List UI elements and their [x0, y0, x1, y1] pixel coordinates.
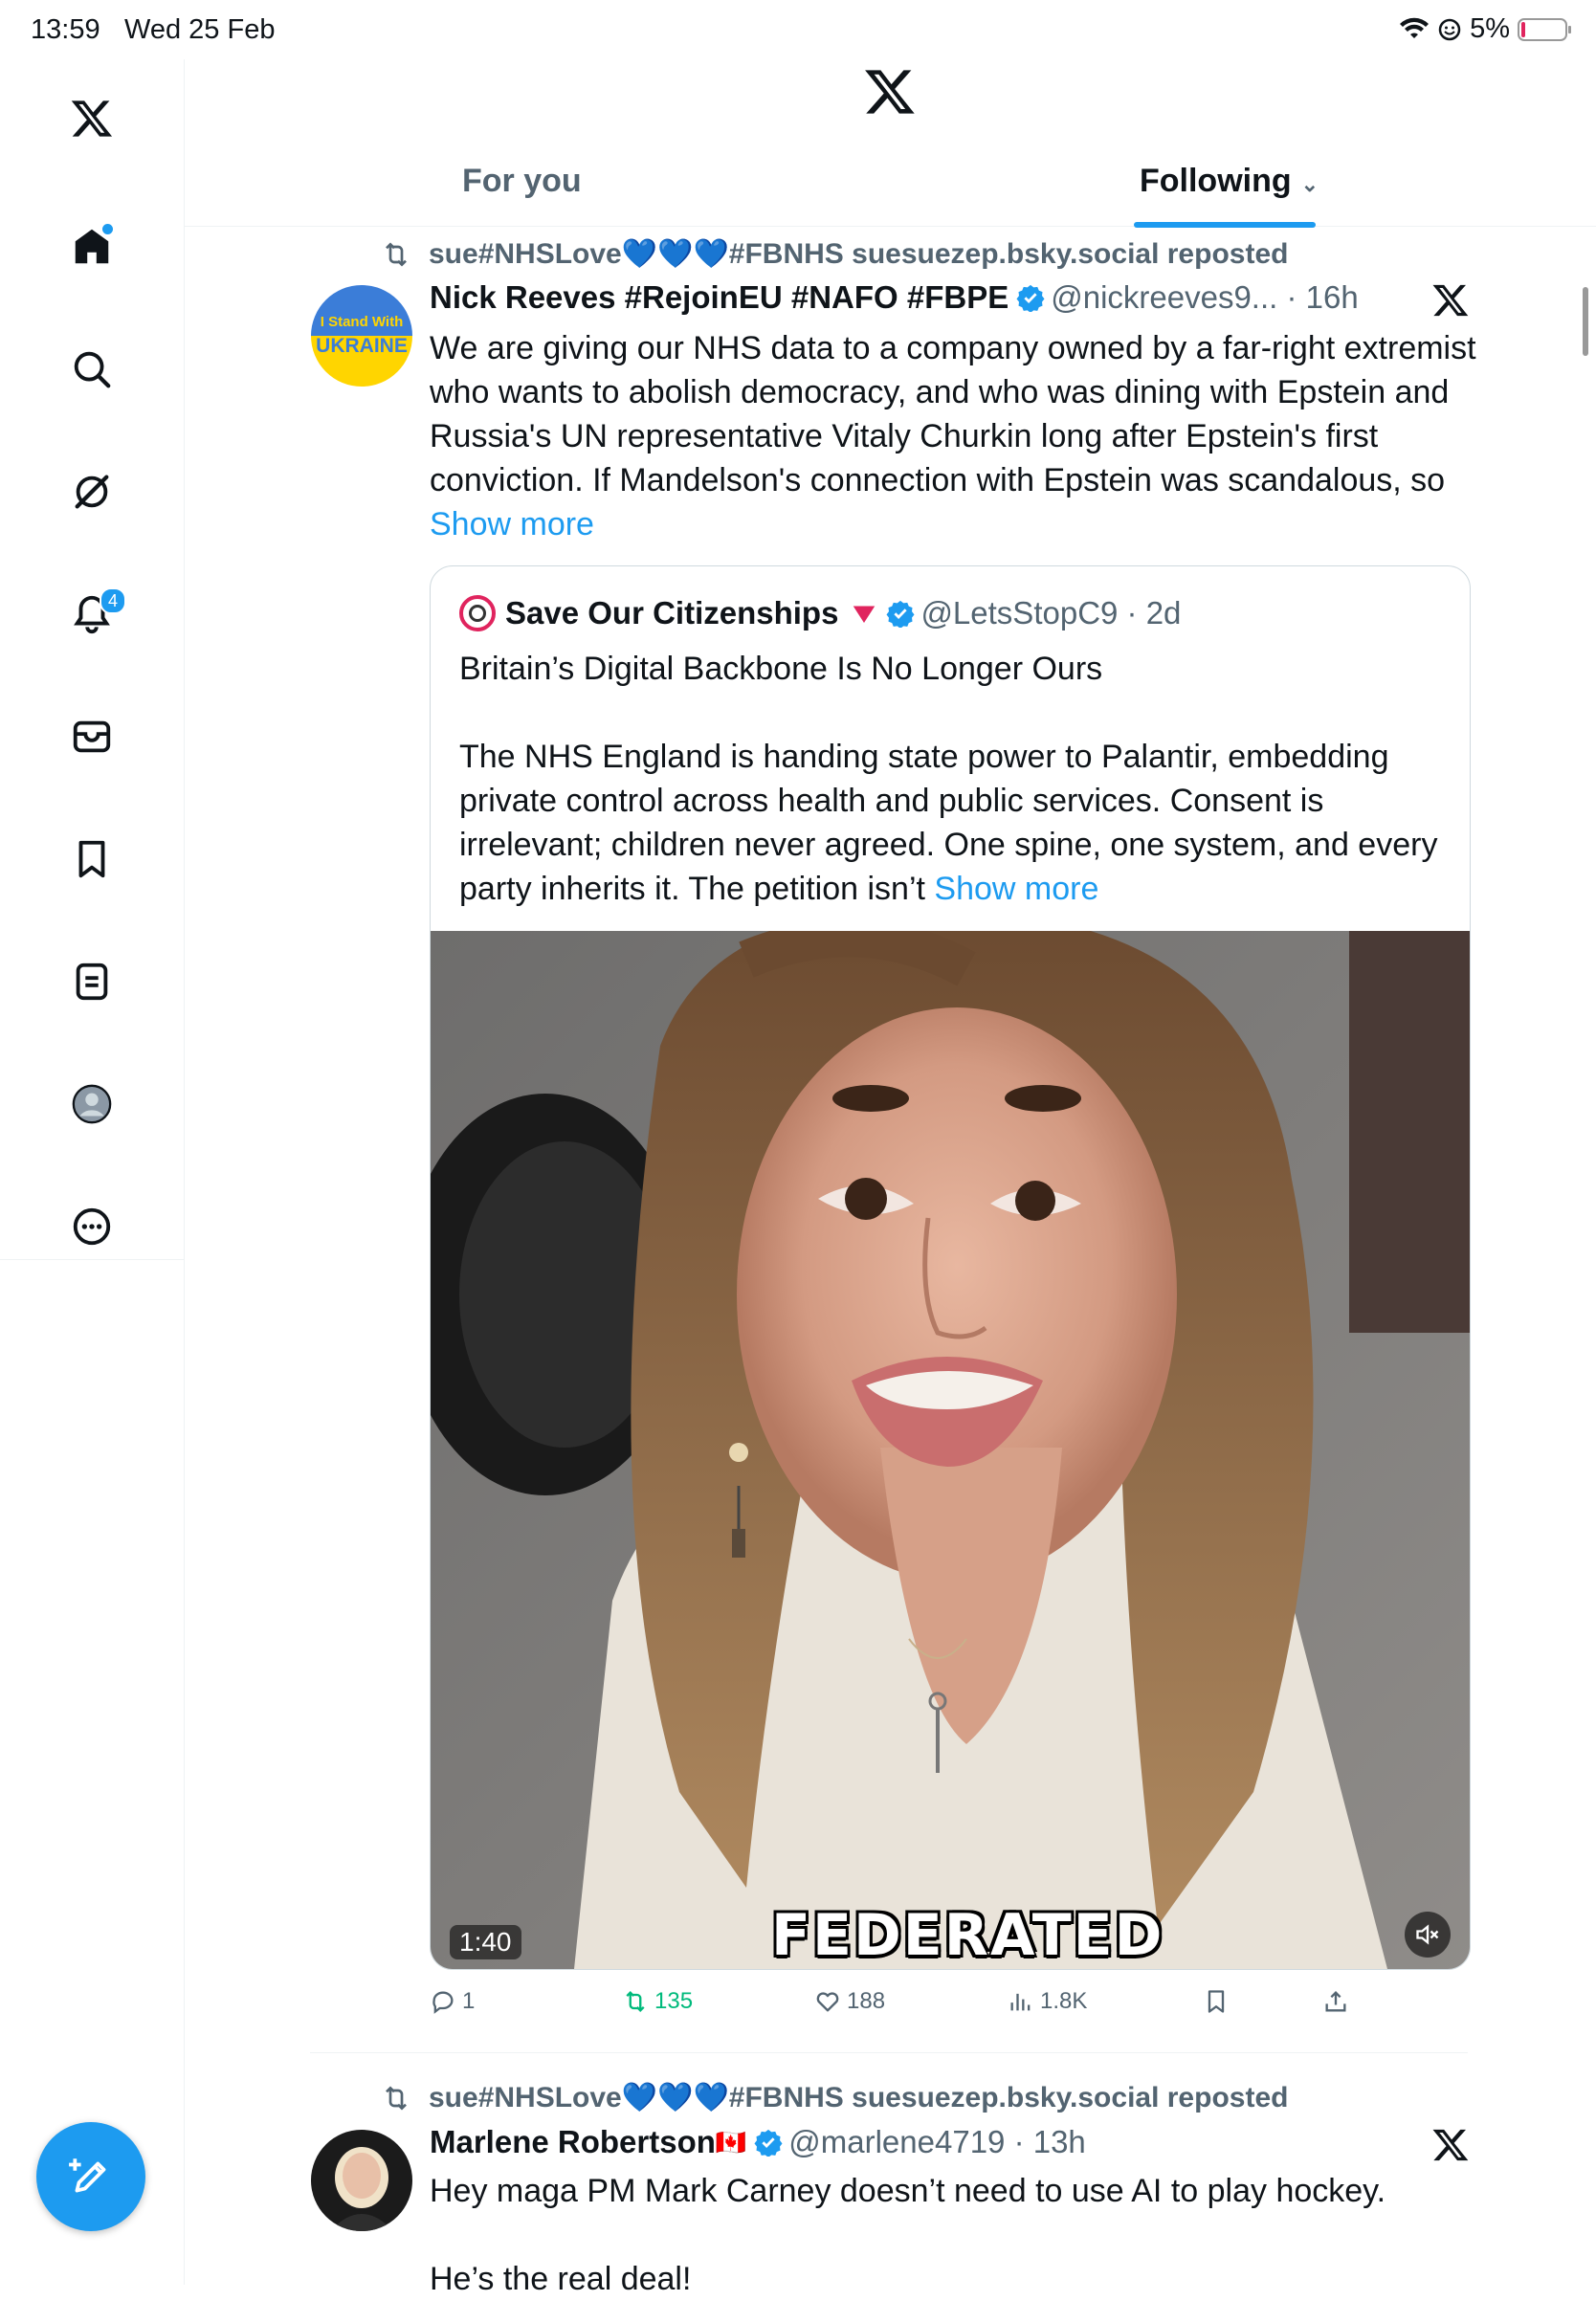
quote-text: Britain’s Digital Backbone Is No Longer …	[459, 647, 1445, 911]
views-count: 1.8K	[1040, 1988, 1088, 2014]
author-handle-time: @nickreeves9... · 16h	[1051, 279, 1359, 315]
home-unread-dot	[102, 224, 113, 234]
battery-percent: 5%	[1470, 13, 1510, 44]
repost-button[interactable]: 135	[622, 1988, 693, 2015]
author-handle-time: @marlene4719 · 13h	[788, 2124, 1086, 2159]
grok-icon[interactable]	[61, 461, 122, 522]
tab-following-label: Following	[1140, 163, 1292, 199]
repost-context[interactable]: sue#NHSLove💙💙💙#FBNHS suesuezep.bsky.soci…	[381, 2081, 1288, 2114]
avatar-text-top: I Stand With	[320, 314, 404, 330]
notifications-icon[interactable]: 4	[61, 584, 126, 645]
scrollbar[interactable]	[1583, 287, 1588, 356]
like-button[interactable]: 188	[814, 1988, 885, 2015]
video-duration: 1:40	[450, 1925, 521, 1959]
avatar[interactable]	[311, 2130, 412, 2231]
quote-title: Britain’s Digital Backbone Is No Longer …	[459, 651, 1103, 687]
bookmark-icon	[1208, 1990, 1225, 2013]
profile-icon[interactable]	[61, 1073, 122, 1135]
status-date: Wed 25 Feb	[124, 14, 276, 45]
quote-show-more-link[interactable]: Show more	[934, 871, 1098, 907]
repost-context[interactable]: sue#NHSLove💙💙💙#FBNHS suesuezep.bsky.soci…	[381, 237, 1288, 271]
wifi-icon	[1400, 17, 1430, 38]
verified-icon	[1016, 284, 1045, 312]
author-name[interactable]: Nick Reeves #RejoinEU #NAFO #FBPE	[430, 279, 1009, 316]
lists-icon[interactable]	[61, 951, 122, 1012]
post-separator	[310, 2052, 1468, 2053]
status-right: 5%	[1399, 13, 1571, 45]
quote-author-name: Save Our Citizenships	[505, 595, 839, 631]
chevron-down-icon: ⌄	[1300, 172, 1319, 196]
post-actions: 1 135 188 1.8K	[430, 1988, 1386, 2026]
views-icon	[1010, 1993, 1031, 2011]
x-logo-icon[interactable]	[61, 88, 122, 149]
compose-icon	[69, 2158, 106, 2193]
speaker-muted-icon	[1416, 1924, 1439, 1945]
tab-for-you-label: For you	[462, 163, 582, 199]
status-time: 13:59	[31, 14, 100, 45]
share-icon	[1325, 1991, 1346, 2012]
tab-active-indicator	[1134, 222, 1316, 228]
heart-icon	[816, 1992, 839, 2012]
verified-icon	[886, 600, 915, 628]
repost-icon	[386, 2085, 407, 2111]
x-header-logo-icon[interactable]	[863, 65, 917, 119]
messages-icon[interactable]	[61, 706, 122, 767]
repost-count: 135	[654, 1988, 694, 2014]
reply-icon	[432, 1991, 454, 2014]
tab-following[interactable]: Following ⌄	[1140, 163, 1319, 200]
quote-handle-time: @LetsStopC9 · 2d	[920, 595, 1182, 631]
share-button[interactable]	[1322, 1988, 1349, 2015]
avatar-text-bottom: UKRAINE	[316, 335, 408, 357]
bookmark-button[interactable]	[1203, 1988, 1230, 2015]
mute-button[interactable]	[1405, 1912, 1451, 1958]
views-button[interactable]: 1.8K	[1008, 1988, 1087, 2015]
avatar[interactable]: I Stand With UKRAINE	[311, 285, 412, 387]
video-frame	[431, 931, 1470, 1969]
like-count: 188	[847, 1988, 886, 2014]
compose-button[interactable]	[36, 2122, 145, 2231]
timeline-tabs: For you Following ⌄	[185, 144, 1596, 228]
bookmark-icon[interactable]	[61, 829, 122, 890]
repost-context-text: sue#NHSLove💙💙💙#FBNHS suesuezep.bsky.soci…	[429, 2082, 1289, 2113]
canada-flag-icon: 🇨🇦	[715, 2127, 747, 2157]
battery-icon	[1518, 17, 1571, 41]
quote-tweet[interactable]: Save Our Citizenships @LetsStopC9 · 2d B…	[430, 565, 1471, 1970]
home-icon[interactable]	[61, 216, 122, 277]
focus-icon	[1438, 18, 1461, 40]
post-author[interactable]: Marlene Robertson 🇨🇦 @marlene4719 · 13h	[430, 2124, 1086, 2160]
show-more-link[interactable]: Show more	[430, 506, 594, 542]
post-text-line: Hey maga PM Mark Carney doesn’t need to …	[430, 2173, 1386, 2209]
reply-count: 1	[462, 1988, 476, 2014]
video-caption: FEDERATED	[771, 1902, 1164, 1969]
x-post-icon	[1431, 281, 1470, 320]
repost-icon	[626, 1991, 645, 2012]
post-text: We are giving our NHS data to a company …	[430, 326, 1482, 546]
sidebar: 4	[0, 59, 185, 2285]
reply-button[interactable]: 1	[430, 1988, 475, 2015]
post-text-line: He’s the real deal!	[430, 2261, 692, 2297]
post-text-content: We are giving our NHS data to a company …	[430, 330, 1476, 498]
search-icon[interactable]	[61, 339, 122, 400]
more-icon[interactable]	[61, 1196, 122, 1257]
notifications-badge: 4	[100, 587, 126, 614]
tab-for-you[interactable]: For you	[462, 163, 582, 200]
post-author[interactable]: Nick Reeves #RejoinEU #NAFO #FBPE @nickr…	[430, 279, 1359, 316]
quote-avatar	[459, 595, 496, 631]
video-player[interactable]: FEDERATED 1:40	[431, 931, 1470, 1969]
x-post-icon	[1431, 2126, 1470, 2164]
post-text: Hey maga PM Mark Carney doesn’t need to …	[430, 2169, 1482, 2301]
verified-icon	[754, 2129, 783, 2157]
red-triangle-icon	[853, 606, 876, 623]
quote-author[interactable]: Save Our Citizenships @LetsStopC9 · 2d	[459, 595, 1181, 631]
status-bar: 13:59 Wed 25 Feb 5%	[0, 0, 1596, 59]
author-name[interactable]: Marlene Robertson	[430, 2124, 716, 2160]
repost-icon	[386, 241, 407, 267]
repost-context-text: sue#NHSLove💙💙💙#FBNHS suesuezep.bsky.soci…	[429, 238, 1289, 270]
sidebar-divider	[0, 1259, 184, 1260]
